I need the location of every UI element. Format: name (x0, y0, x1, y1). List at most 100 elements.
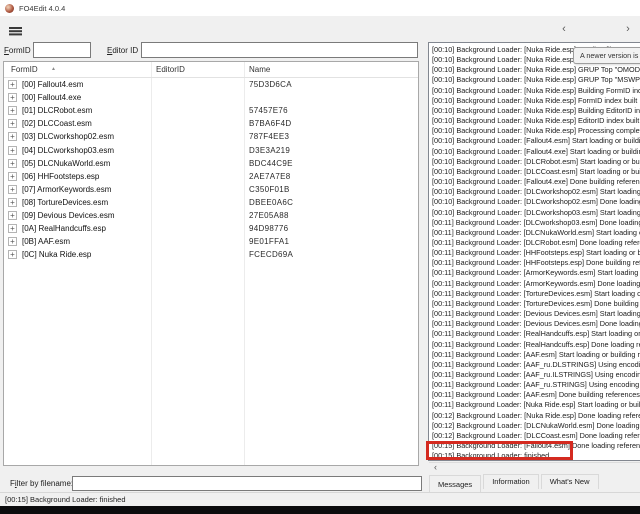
expand-plus-icon[interactable]: + (8, 132, 17, 141)
log-line: [00:10] Background Loader: [Nuka Ride.es… (432, 75, 640, 85)
plugin-filename: [09] Devious Devices.esm (22, 211, 114, 220)
log-line: [00:10] Background Loader: [DLCCoast.esm… (432, 167, 640, 177)
filter-label: Filter by filename: (10, 479, 73, 488)
plugin-filename: [0C] Nuka Ride.esp (22, 250, 91, 259)
log-line: [00:11] Background Loader: [AAF_ru.STRIN… (432, 380, 640, 390)
bottom-tabs: Messages Information What's New (429, 474, 601, 492)
log-line: [00:11] Background Loader: [DLCNukaWorld… (432, 228, 640, 238)
log-line: [00:10] Background Loader: [Nuka Ride.es… (432, 86, 640, 96)
column-header-name[interactable]: Name (249, 65, 270, 74)
plugin-filename: [08] TortureDevices.esm (22, 198, 108, 207)
filter-input[interactable] (72, 476, 422, 491)
column-header-editorid[interactable]: EditorID (156, 65, 185, 74)
tree-row[interactable]: + [07] ArmorKeywords.esm C350F01B (4, 183, 418, 196)
fo4edit-window: FO4Edit 4.0.4 ‹ › FormID Editor ID FormI… (0, 0, 640, 514)
expand-plus-icon[interactable]: + (8, 119, 17, 128)
plugin-filename: [05] DLCNukaWorld.esm (22, 159, 110, 168)
log-line: [00:10] Background Loader: [Nuka Ride.es… (432, 116, 640, 126)
sort-ascending-icon: ▲ (51, 66, 56, 72)
nav-back-icon[interactable]: ‹ (558, 23, 570, 35)
expand-plus-icon[interactable]: + (8, 106, 17, 115)
tab-messages[interactable]: Messages (429, 475, 481, 492)
tree-row[interactable]: + [00] Fallout4.esm 75D3D6CA (4, 78, 418, 91)
tree-row[interactable]: + [03] DLCworkshop02.esm 787F4EE3 (4, 130, 418, 143)
formid-input[interactable] (33, 42, 91, 58)
tree-row[interactable]: + [08] TortureDevices.esm DBEE0A6C (4, 196, 418, 209)
plugin-filename: [07] ArmorKeywords.esm (22, 185, 111, 194)
log-line: [00:11] Background Loader: [HHFootsteps.… (432, 248, 640, 258)
plugin-crc-name: C350F01B (249, 185, 290, 194)
expand-plus-icon[interactable]: + (8, 250, 17, 259)
expand-plus-icon[interactable]: + (8, 159, 17, 168)
expand-plus-icon[interactable]: + (8, 224, 17, 233)
tab-information[interactable]: Information (483, 474, 539, 489)
tree-row[interactable]: +[0B] AAF.esm9E01FFA1 (4, 235, 418, 248)
tree-header[interactable]: FormID ▲ EditorID Name (4, 62, 418, 78)
editorid-label: Editor ID (107, 46, 138, 55)
tree-row[interactable]: + [09] Devious Devices.esm 27E05A88 (4, 209, 418, 222)
expand-plus-icon[interactable]: + (8, 237, 17, 246)
plugin-crc-name: 94D98776 (249, 224, 288, 233)
log-line: [00:11] Background Loader: [RealHandcuff… (432, 340, 640, 350)
log-line: [00:11] Background Loader: [Devious Devi… (432, 319, 640, 329)
plugin-crc-name: 27E05A88 (249, 211, 289, 220)
plugin-filename: [0B] AAF.esm (22, 237, 70, 246)
expand-plus-icon[interactable]: + (8, 185, 17, 194)
expand-plus-icon[interactable]: + (8, 93, 17, 102)
update-tooltip: A newer version is available (573, 47, 640, 64)
log-line: [00:11] Background Loader: [TortureDevic… (432, 299, 640, 309)
annotation-red-box (426, 441, 573, 460)
log-line: [00:11] Background Loader: [TortureDevic… (432, 289, 640, 299)
column-header-formid[interactable]: FormID (11, 65, 38, 74)
log-line: [00:11] Background Loader: [Devious Devi… (432, 309, 640, 319)
plugin-filename: [04] DLCworkshop03.esm (22, 146, 114, 155)
tree-row[interactable]: +[0A] RealHandcuffs.esp94D98776 (4, 222, 418, 235)
nav-forward-icon[interactable]: › (622, 23, 634, 35)
tree-row[interactable]: +[02] DLCCoast.esmB7BA6F4D (4, 117, 418, 130)
tree-row[interactable]: + [04] DLCworkshop03.esm D3E3A219 (4, 143, 418, 156)
plugin-crc-name: 57457E76 (249, 106, 288, 115)
tree-row[interactable]: +[01] DLCRobot.esm57457E76 (4, 104, 418, 117)
plugin-crc-name: DBEE0A6C (249, 198, 293, 207)
horizontal-scrollbar[interactable]: ‹ (429, 462, 640, 473)
plugin-crc-name: 787F4EE3 (249, 132, 289, 141)
plugin-filename: [00] Fallout4.esm (22, 80, 83, 89)
log-line: [00:11] Background Loader: [DLCRobot.esm… (432, 238, 640, 248)
plugin-filename: [03] DLCworkshop02.esm (22, 132, 114, 141)
tree-row[interactable]: +[05] DLCNukaWorld.esmBDC44C9E (4, 157, 418, 170)
log-line: [00:12] Background Loader: [DLCNukaWorld… (432, 421, 640, 431)
expand-plus-icon[interactable]: + (8, 172, 17, 181)
log-line: [00:11] Background Loader: [RealHandcuff… (432, 329, 640, 339)
log-line: [00:10] Background Loader: [Nuka Ride.es… (432, 96, 640, 106)
log-line: [00:12] Background Loader: [Nuka Ride.es… (432, 411, 640, 421)
titlebar: FO4Edit 4.0.4 (0, 0, 640, 16)
log-line: [00:10] Background Loader: [Nuka Ride.es… (432, 126, 640, 136)
log-line: [00:10] Background Loader: [Nuka Ride.es… (432, 65, 640, 75)
plugin-crc-name: 75D3D6CA (249, 80, 292, 89)
editorid-input[interactable] (141, 42, 418, 58)
expand-plus-icon[interactable]: + (8, 198, 17, 207)
status-bar: [00:15] Background Loader: finished (0, 492, 640, 506)
plugin-filename: [06] HHFootsteps.esp (22, 172, 99, 181)
tree-row[interactable]: +[00] Fallout4.exe (4, 91, 418, 104)
log-line: [00:10] Background Loader: [Fallout4.exe… (432, 177, 640, 187)
log-line: [00:10] Background Loader: [Fallout4.exe… (432, 147, 640, 157)
expand-plus-icon[interactable]: + (8, 211, 17, 220)
bottom-dark-strip (0, 506, 640, 514)
log-line: [00:10] Background Loader: [DLCworkshop0… (432, 208, 640, 218)
plugin-crc-name: B7BA6F4D (249, 119, 291, 128)
scroll-left-icon[interactable]: ‹ (430, 463, 441, 473)
log-line: [00:11] Background Loader: [DLCworkshop0… (432, 218, 640, 228)
tab-whats-new[interactable]: What's New (541, 474, 599, 489)
log-line: [00:12] Background Loader: [DLCCoast.esm… (432, 431, 640, 441)
tree-row[interactable]: +[0C] Nuka Ride.espFCECD69A (4, 248, 418, 261)
plugin-crc-name: D3E3A219 (249, 146, 290, 155)
tree-row[interactable]: +[06] HHFootsteps.esp2AE7A7E8 (4, 170, 418, 183)
plugin-tree-panel[interactable]: FormID ▲ EditorID Name + [00] Fallout4.es… (3, 61, 419, 466)
log-line: [00:11] Background Loader: [AAF.esm] Sta… (432, 350, 640, 360)
log-lines: [00:10] Background Loader: [Nuka Ride.es… (429, 43, 640, 461)
menu-icon[interactable] (9, 27, 22, 29)
messages-log-panel[interactable]: [00:10] Background Loader: [Nuka Ride.es… (428, 42, 640, 461)
expand-plus-icon[interactable]: + (8, 146, 17, 155)
expand-plus-icon[interactable]: + (8, 80, 17, 89)
